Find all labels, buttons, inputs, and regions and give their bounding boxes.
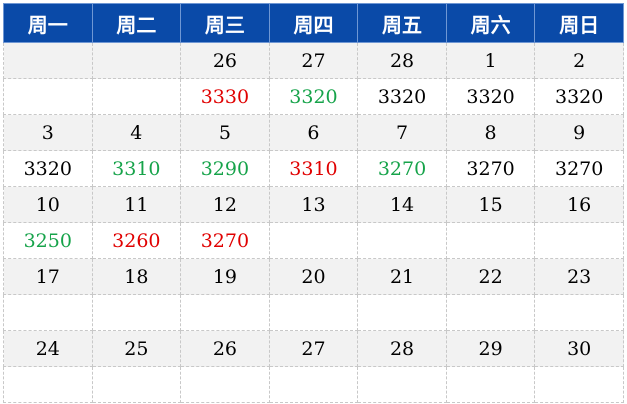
date-cell: 27 xyxy=(268,330,359,367)
date-cell: 26 xyxy=(180,42,270,79)
price-row xyxy=(3,366,624,403)
date-row: 24 25 26 27 28 29 30 xyxy=(3,330,624,367)
price-cell xyxy=(3,78,93,115)
date-cell: 26 xyxy=(180,330,270,367)
date-cell: 19 xyxy=(180,258,270,295)
date-cell: 12 xyxy=(180,186,270,223)
date-row: 26 27 28 1 2 xyxy=(3,42,624,79)
date-cell: 4 xyxy=(91,114,182,151)
date-row: 3456789 xyxy=(3,114,624,151)
price-cell xyxy=(268,366,359,403)
price-cell xyxy=(357,366,447,403)
date-cell: 5 xyxy=(180,114,270,151)
weekday-header-fri: 周五 xyxy=(357,3,447,43)
price-cell xyxy=(180,294,270,331)
date-row: 10 11 12 13 14 15 16 xyxy=(3,186,624,223)
date-cell: 6 xyxy=(268,114,359,151)
price-cell xyxy=(445,222,536,259)
date-cell: 29 xyxy=(445,330,536,367)
date-row: 17 18 19 20 21 22 23 xyxy=(3,258,624,295)
price-cell xyxy=(91,78,182,115)
date-cell: 25 xyxy=(91,330,182,367)
date-cell: 14 xyxy=(357,186,447,223)
date-cell: 20 xyxy=(268,258,359,295)
price-cell xyxy=(357,294,447,331)
date-cell xyxy=(3,42,93,79)
price-cell xyxy=(180,366,270,403)
date-cell: 30 xyxy=(534,330,624,367)
date-cell: 7 xyxy=(357,114,447,151)
price-cell xyxy=(445,366,536,403)
price-row: 3330 3320 3320 3320 3320 xyxy=(3,78,624,115)
price-cell: 3260 xyxy=(91,222,182,259)
price-cell xyxy=(268,222,359,259)
price-cell xyxy=(3,294,93,331)
weekday-header-thu: 周四 xyxy=(268,3,359,43)
date-cell: 28 xyxy=(357,330,447,367)
price-cell: 3310 xyxy=(268,150,359,187)
price-cell: 3330 xyxy=(180,78,270,115)
weekday-header-wed: 周三 xyxy=(180,3,270,43)
date-cell: 24 xyxy=(3,330,93,367)
price-cell xyxy=(534,222,624,259)
price-cell xyxy=(534,294,624,331)
price-cell xyxy=(445,294,536,331)
price-cell: 3320 xyxy=(534,78,624,115)
date-cell: 15 xyxy=(445,186,536,223)
price-cell: 3270 xyxy=(534,150,624,187)
price-cell: 3270 xyxy=(357,150,447,187)
price-cell xyxy=(91,294,182,331)
price-cell: 3320 xyxy=(357,78,447,115)
price-cell: 3310 xyxy=(91,150,182,187)
date-cell: 9 xyxy=(534,114,624,151)
weekday-header-sat: 周六 xyxy=(445,3,536,43)
date-cell: 23 xyxy=(534,258,624,295)
price-cell xyxy=(357,222,447,259)
price-cell: 3320 xyxy=(445,78,536,115)
price-cell xyxy=(91,366,182,403)
date-cell: 17 xyxy=(3,258,93,295)
date-cell: 16 xyxy=(534,186,624,223)
price-row: 3250 3260 3270 xyxy=(3,222,624,259)
date-cell: 21 xyxy=(357,258,447,295)
date-cell: 27 xyxy=(268,42,359,79)
price-cell: 3290 xyxy=(180,150,270,187)
date-cell: 22 xyxy=(445,258,536,295)
weekday-header-sun: 周日 xyxy=(534,3,624,43)
date-cell: 18 xyxy=(91,258,182,295)
date-cell: 13 xyxy=(268,186,359,223)
date-cell: 11 xyxy=(91,186,182,223)
date-cell: 10 xyxy=(3,186,93,223)
price-cell xyxy=(534,366,624,403)
price-cell: 3270 xyxy=(445,150,536,187)
date-cell: 8 xyxy=(445,114,536,151)
weekday-header-tue: 周二 xyxy=(91,3,182,43)
price-cell: 3320 xyxy=(3,150,93,187)
date-cell: 1 xyxy=(445,42,536,79)
weekday-header-row: 周一 周二 周三 周四 周五 周六 周日 xyxy=(3,3,624,43)
date-cell: 28 xyxy=(357,42,447,79)
date-cell: 3 xyxy=(3,114,93,151)
price-cell: 3270 xyxy=(180,222,270,259)
price-calendar: 周一 周二 周三 周四 周五 周六 周日 26 27 28 1 2 3330 3320 332… xyxy=(3,3,624,403)
price-cell xyxy=(268,294,359,331)
price-cell xyxy=(3,366,93,403)
price-row xyxy=(3,294,624,331)
date-cell xyxy=(91,42,182,79)
price-cell: 3250 xyxy=(3,222,93,259)
price-row: 3320 3310 3290 3310 3270 3270 3270 xyxy=(3,150,624,187)
price-cell: 3320 xyxy=(268,78,359,115)
date-cell: 2 xyxy=(534,42,624,79)
weekday-header-mon: 周一 xyxy=(3,3,93,43)
